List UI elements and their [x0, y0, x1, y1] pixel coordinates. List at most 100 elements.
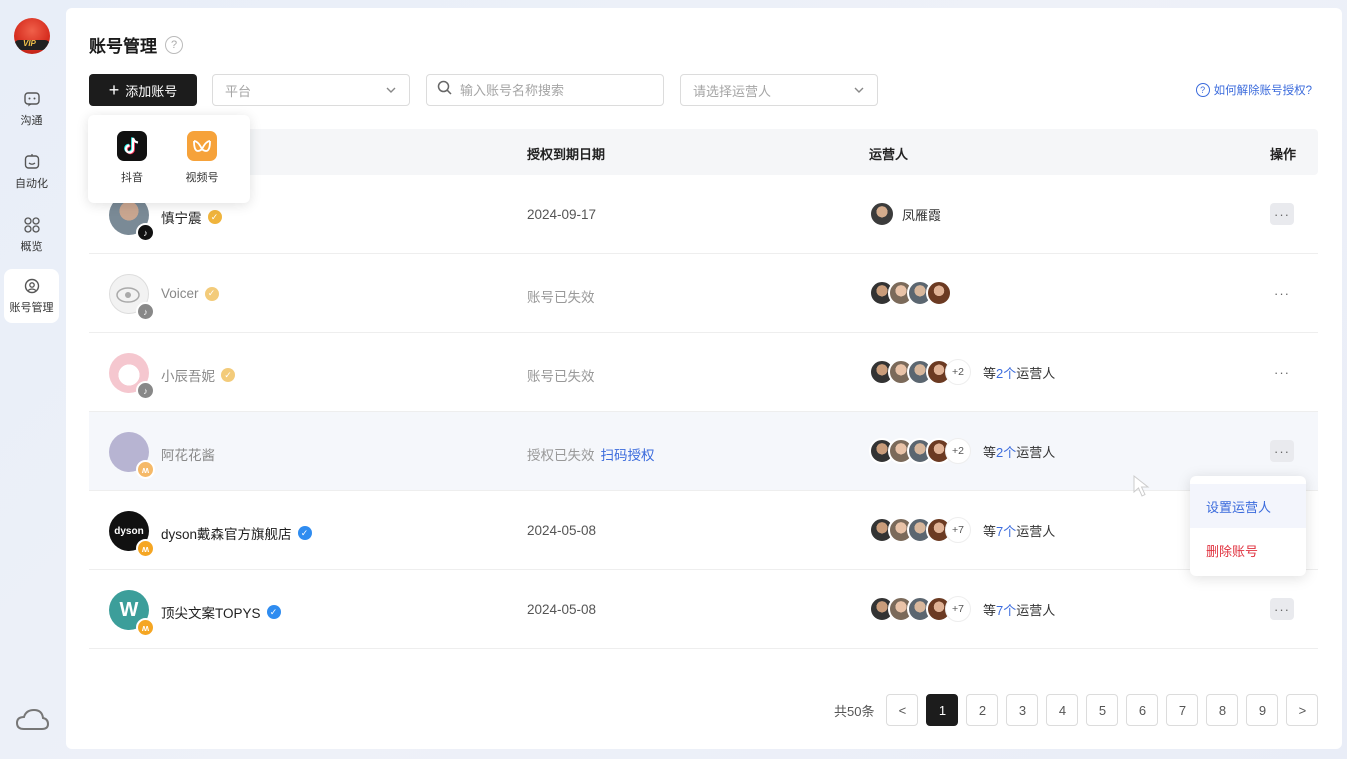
operator-summary-post: 运营人: [1016, 523, 1056, 539]
platform-select[interactable]: 平台: [212, 74, 410, 106]
prev-page-button[interactable]: <: [886, 694, 919, 726]
nav-automation-label: 自动化: [15, 178, 48, 190]
account-icon: [23, 277, 41, 295]
channels-badge-icon: ʍ: [136, 460, 155, 479]
row-action-menu: 设置运营人 删除账号: [1190, 476, 1306, 576]
delete-account-menu-item[interactable]: 删除账号: [1190, 528, 1306, 572]
more-operators-count: +7: [945, 596, 971, 622]
table-row[interactable]: W ʍ 顶尖文案TOPYS ✓ 2024-05-08 +7 等7个运营人 ···: [89, 570, 1318, 649]
operator-summary-pre: 等: [983, 444, 997, 460]
search-input[interactable]: [460, 82, 650, 98]
channels-badge-icon: ʍ: [136, 539, 155, 558]
scan-authorize-link[interactable]: 扫码授权: [601, 448, 655, 463]
page-button[interactable]: 8: [1206, 694, 1239, 726]
nav-automation[interactable]: 自动化: [4, 145, 59, 199]
operators: +2 等2个运营人: [869, 438, 1055, 464]
operator-summary-post: 运营人: [1016, 365, 1056, 381]
robot-icon: [23, 153, 41, 171]
operator-count[interactable]: 2个: [996, 366, 1016, 381]
platform-popup: 抖音 视频号: [88, 115, 250, 203]
page-button[interactable]: 4: [1046, 694, 1079, 726]
more-actions-button[interactable]: ···: [1270, 203, 1294, 225]
page-button[interactable]: 5: [1086, 694, 1119, 726]
more-actions-button[interactable]: ···: [1270, 598, 1294, 620]
expire-date: 账号已失效: [527, 290, 595, 305]
page-button[interactable]: 3: [1006, 694, 1039, 726]
more-operators-count: +7: [945, 517, 971, 543]
expire-date: 2024-05-08: [527, 602, 597, 617]
page-button[interactable]: 2: [966, 694, 999, 726]
grid-icon: [23, 216, 41, 234]
operator-summary-post: 运营人: [1016, 444, 1056, 460]
unbind-help-text: 如何解除账号授权?: [1213, 85, 1312, 97]
question-icon: ?: [1195, 83, 1210, 97]
operators: +7 等7个运营人: [869, 517, 1055, 543]
more-operators-count: +2: [945, 359, 971, 385]
expire-status: 授权已失效 扫码授权: [527, 444, 655, 464]
table-row[interactable]: ♪ 慎宁震 ✓ 2024-09-17 凤雁霞 ···: [89, 175, 1318, 254]
account-name-text: 慎宁震: [161, 211, 202, 226]
platform-option-douyin[interactable]: 抖音: [108, 131, 156, 185]
next-page-button[interactable]: >: [1286, 694, 1319, 726]
more-actions-button[interactable]: ···: [1270, 282, 1294, 304]
account-name: Voicer ✓: [161, 286, 219, 301]
page-button[interactable]: 9: [1246, 694, 1279, 726]
search-icon: [437, 80, 452, 100]
add-account-button[interactable]: + 添加账号: [89, 74, 197, 106]
douyin-badge-icon: ♪: [136, 381, 155, 400]
platform-option-channels[interactable]: 视频号: [178, 131, 226, 185]
nav-chat[interactable]: 沟通: [4, 82, 59, 136]
channels-badge-icon: ʍ: [136, 618, 155, 637]
account-name-text: Voicer: [161, 286, 199, 301]
avatar: [869, 201, 895, 227]
set-operator-menu-item[interactable]: 设置运营人: [1190, 484, 1306, 528]
table-row[interactable]: ♪ Voicer ✓ 账号已失效 ···: [89, 254, 1318, 333]
chevron-down-icon: [853, 84, 865, 99]
chevron-down-icon: [385, 84, 397, 99]
more-actions-button[interactable]: ···: [1270, 361, 1294, 383]
account-name: 慎宁震 ✓: [161, 207, 222, 227]
page-button[interactable]: 7: [1166, 694, 1199, 726]
more-operators-count: +2: [945, 438, 971, 464]
account-name: dyson戴森官方旗舰店 ✓: [161, 523, 312, 543]
account-name: 阿花花酱: [161, 444, 215, 464]
account-name-text: 顶尖文案TOPYS: [161, 606, 261, 621]
more-actions-button[interactable]: ···: [1270, 440, 1294, 462]
nav-overview[interactable]: 概览: [4, 208, 59, 262]
operator-count[interactable]: 7个: [996, 524, 1016, 539]
vip-logo[interactable]: VIP: [14, 18, 50, 54]
help-icon[interactable]: ?: [165, 35, 183, 54]
total-count: 共50条: [834, 703, 875, 719]
verified-icon: ✓: [204, 286, 219, 301]
account-name-text: 小辰吾妮: [161, 369, 215, 384]
expire-date: 2024-05-08: [527, 523, 597, 538]
nav-account-management-label: 账号管理: [9, 302, 54, 314]
verified-icon: ✓: [266, 605, 281, 619]
plus-icon: +: [108, 80, 120, 100]
operator-name: 凤雁霞: [902, 207, 942, 223]
avatar: [926, 280, 952, 306]
mouse-cursor-icon: [1132, 474, 1154, 503]
operator-select[interactable]: 请选择运营人: [680, 74, 878, 106]
nav-chat-label: 沟通: [20, 115, 43, 127]
add-account-label: 添加账号: [125, 83, 178, 99]
operators: +7 等7个运营人: [869, 596, 1055, 622]
page-button[interactable]: 1: [926, 694, 959, 726]
operator-summary: 等7个运营人: [983, 600, 1055, 619]
page-button[interactable]: 6: [1126, 694, 1159, 726]
expire-date: 2024-09-17: [527, 207, 597, 222]
operators: +2 等2个运营人: [869, 359, 1055, 385]
unbind-help-link[interactable]: ? 如何解除账号授权?: [1195, 82, 1312, 98]
table-row[interactable]: ♪ 小辰吾妮 ✓ 账号已失效 +2 等2个运营人 ···: [89, 333, 1318, 412]
cloud-icon[interactable]: [15, 707, 50, 738]
table-header: 授权到期日期 运营人 操作: [89, 129, 1318, 175]
operator-summary-post: 运营人: [1016, 602, 1056, 618]
expire-date: 账号已失效: [527, 369, 595, 384]
operator-count[interactable]: 2个: [996, 445, 1016, 460]
search-box[interactable]: [426, 74, 664, 106]
column-header-expire: 授权到期日期: [527, 147, 606, 162]
chat-icon: [23, 90, 41, 108]
operator-count[interactable]: 7个: [996, 603, 1016, 618]
nav-account-management[interactable]: 账号管理: [4, 269, 59, 323]
nav-overview-label: 概览: [20, 241, 43, 253]
